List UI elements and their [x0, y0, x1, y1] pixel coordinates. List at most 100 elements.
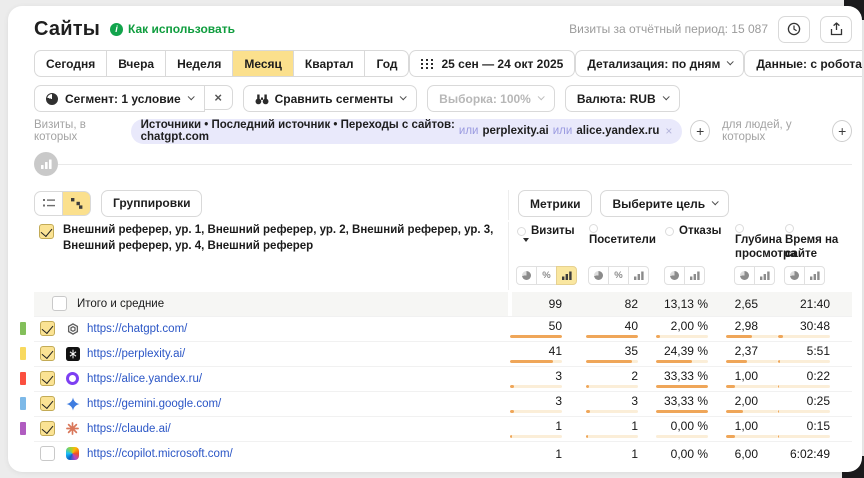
alice-favicon-icon — [65, 371, 80, 386]
pie-toggle-icon[interactable] — [516, 266, 537, 285]
export-button[interactable] — [820, 16, 852, 43]
tab-today[interactable]: Сегодня — [34, 50, 107, 77]
site-link[interactable]: https://copilot.microsoft.com/ — [87, 448, 233, 460]
compare-segments-dropdown[interactable]: Сравнить сегменты — [243, 85, 418, 112]
mini-bar — [726, 360, 778, 363]
row-checkbox[interactable] — [40, 346, 55, 361]
totals-visits: 99 — [508, 292, 562, 316]
bar-toggle-icon[interactable] — [684, 266, 705, 285]
site-link[interactable]: https://gemini.google.com/ — [87, 398, 221, 410]
site-link[interactable]: https://alice.yandex.ru/ — [87, 373, 202, 385]
segment-dropdown[interactable]: Сегмент: 1 условие — [34, 85, 205, 112]
sampling-dropdown[interactable]: Выборка: 100% — [427, 85, 555, 112]
goal-dropdown[interactable]: Выберите цель — [600, 190, 729, 217]
metrics-button[interactable]: Метрики — [518, 190, 592, 217]
help-circle-icon — [665, 227, 674, 236]
visits-value: 1 — [508, 448, 562, 460]
time-value: 0:22 — [776, 370, 830, 382]
visits-value: 3 — [508, 395, 562, 407]
segment-group: Сегмент: 1 условие × — [34, 85, 233, 112]
tab-week[interactable]: Неделя — [165, 50, 233, 77]
add-people-condition-button[interactable]: + — [832, 120, 852, 142]
row-checkbox[interactable] — [40, 396, 55, 411]
bar-toggle-icon[interactable] — [556, 266, 577, 285]
flat-list-view-button[interactable] — [34, 191, 63, 216]
tree-view-button[interactable] — [62, 191, 91, 216]
site-link[interactable]: https://perplexity.ai/ — [87, 348, 185, 360]
visits-period-counter: Визиты за отчётный период: 15 087 — [569, 22, 768, 36]
filter-bar: Визиты, в которых Источники • Последний … — [34, 118, 852, 144]
row-checkbox[interactable] — [40, 321, 55, 336]
pie-toggle-icon[interactable] — [588, 266, 609, 285]
row-checkbox[interactable] — [40, 371, 55, 386]
mini-bar — [778, 335, 830, 338]
tab-year[interactable]: Год — [364, 50, 409, 77]
percent-toggle-icon[interactable]: % — [608, 266, 629, 285]
column-header-bounces[interactable]: Отказы — [656, 220, 726, 238]
percent-toggle-icon[interactable]: % — [536, 266, 557, 285]
column-header-time[interactable]: Время на сайте — [776, 220, 852, 262]
time-value: 5:51 — [776, 345, 830, 357]
pie-toggle-icon[interactable] — [784, 266, 805, 285]
sort-desc-icon — [523, 238, 529, 242]
data-mode-dropdown[interactable]: Данные: с роботами — [744, 50, 862, 77]
expand-chart-button[interactable] — [34, 152, 58, 176]
column-header-visits[interactable]: Визиты — [508, 220, 580, 242]
detalization-dropdown[interactable]: Детализация: по дням — [575, 50, 744, 77]
calendar-grid-icon — [421, 58, 433, 69]
column-header-depth[interactable]: Глубина просмотра — [726, 220, 776, 262]
bar-toggle-icon[interactable] — [754, 266, 775, 285]
totals-visitors: 82 — [580, 292, 638, 316]
date-range-button[interactable]: 25 сен — 24 окт 2025 — [409, 50, 575, 77]
collapsed-chart-strip — [34, 152, 852, 176]
pie-toggle-icon[interactable] — [734, 266, 755, 285]
dimension-header: Внешний реферер, ур. 1, Внешний реферер,… — [63, 223, 494, 254]
tree-view-icon — [71, 198, 83, 209]
groupings-button[interactable]: Группировки — [101, 190, 202, 217]
currency-dropdown[interactable]: Валюта: RUB — [565, 85, 680, 112]
time-value: 0:25 — [776, 395, 830, 407]
site-link[interactable]: https://claude.ai/ — [87, 423, 171, 435]
totals-row: Итого и средние 99 82 13,13 % 2,65 21:40 — [34, 292, 852, 316]
bar-toggle-icon[interactable] — [804, 266, 825, 285]
add-visits-condition-button[interactable]: + — [690, 120, 710, 142]
bounces-value: 24,39 % — [656, 345, 708, 357]
select-all-checkbox[interactable] — [39, 224, 54, 239]
tab-quarter[interactable]: Квартал — [293, 50, 366, 77]
how-to-use-link[interactable]: i Как использовать — [110, 22, 235, 36]
mini-bar — [586, 360, 638, 363]
help-circle-icon — [785, 224, 794, 233]
depth-value: 6,00 — [726, 448, 758, 460]
row-color-stripe — [20, 397, 26, 410]
tab-month[interactable]: Месяц — [232, 50, 294, 77]
flat-list-icon — [43, 198, 55, 208]
time-value: 30:48 — [776, 320, 830, 332]
visitors-value: 2 — [580, 370, 638, 382]
perplexity-favicon-icon — [65, 346, 80, 361]
depth-value: 2,98 — [726, 320, 758, 332]
mini-bar — [778, 385, 830, 388]
clear-segment-button[interactable]: × — [204, 85, 233, 110]
mini-bar — [656, 435, 708, 438]
mini-bar — [510, 335, 562, 338]
filter-chip[interactable]: Источники • Последний источник • Переход… — [131, 119, 683, 144]
pie-toggle-icon[interactable] — [664, 266, 685, 285]
history-button[interactable] — [778, 16, 810, 43]
report-header: Сайты i Как использовать Визиты за отчёт… — [34, 16, 852, 42]
totals-checkbox[interactable] — [52, 296, 67, 311]
site-link[interactable]: https://chatgpt.com/ — [87, 323, 187, 335]
visitors-value: 3 — [580, 395, 638, 407]
segment-controls: Сегмент: 1 условие × Сравнить сегменты В… — [34, 85, 852, 112]
remove-filter-icon[interactable]: × — [665, 124, 672, 138]
help-circle-icon — [735, 224, 744, 233]
column-header-visitors[interactable]: Посетители — [580, 220, 656, 247]
row-checkbox[interactable] — [40, 421, 55, 436]
bar-toggle-icon[interactable] — [628, 266, 649, 285]
tab-yesterday[interactable]: Вчера — [106, 50, 166, 77]
time-value: 0:15 — [776, 420, 830, 432]
mini-bar — [586, 435, 638, 438]
visitors-value: 35 — [580, 345, 638, 357]
row-checkbox[interactable] — [40, 446, 55, 461]
help-circle-icon — [517, 227, 526, 236]
bounces-display-toggles — [656, 266, 726, 285]
